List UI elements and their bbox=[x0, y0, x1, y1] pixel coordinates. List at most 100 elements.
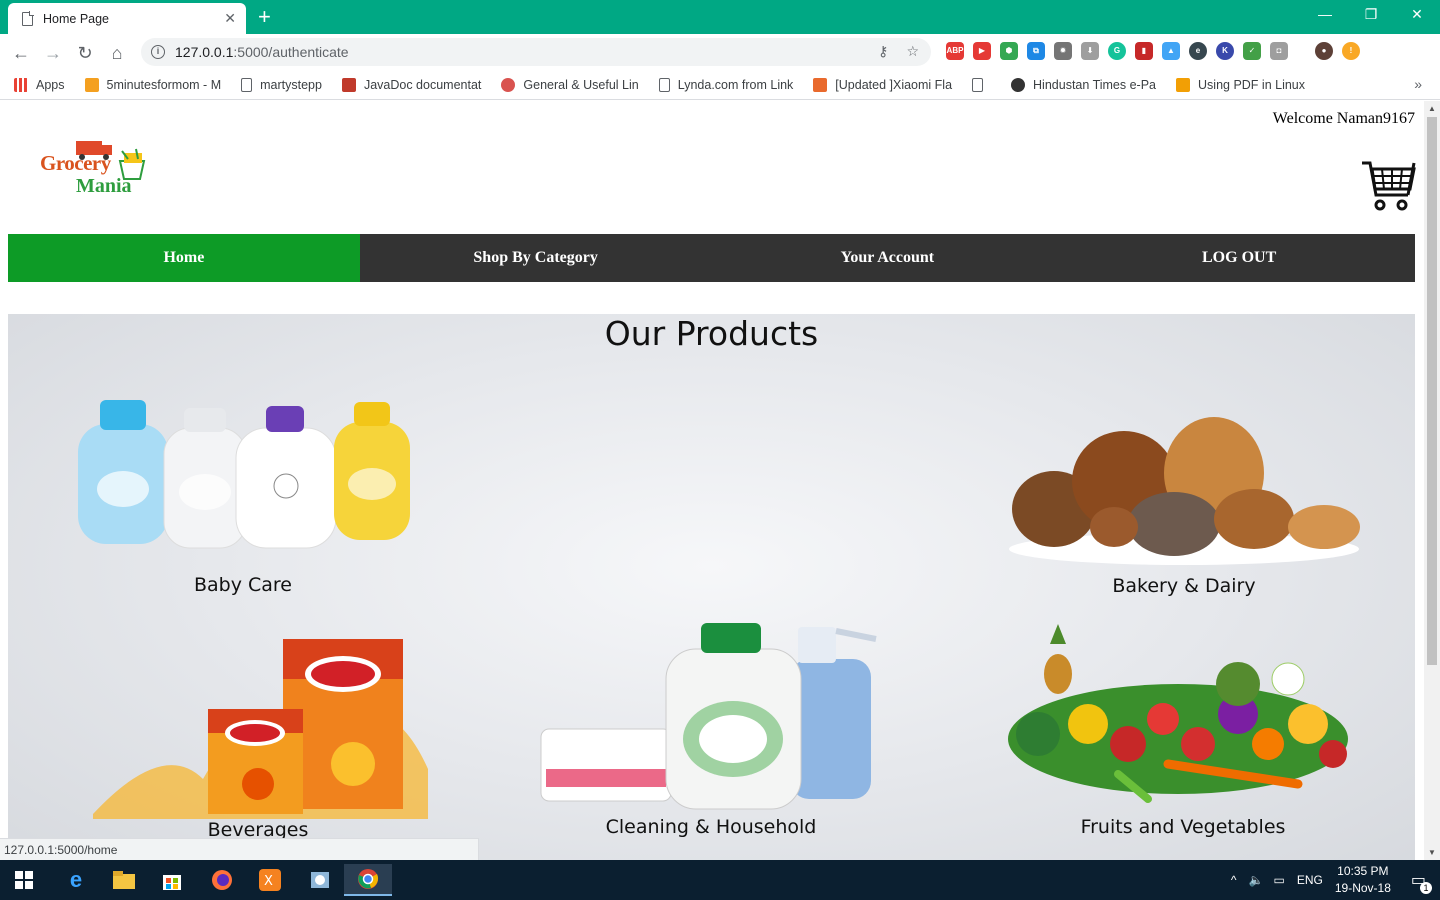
chevron-up-icon[interactable]: ^ bbox=[1231, 873, 1237, 887]
app-icon[interactable] bbox=[296, 864, 344, 896]
product-beverages[interactable]: Beverages bbox=[83, 629, 433, 849]
key-icon[interactable]: ⚷ bbox=[878, 43, 888, 60]
bookmark-label: martystepp bbox=[260, 77, 322, 92]
minimize-button[interactable]: — bbox=[1302, 0, 1348, 30]
bookmark-item[interactable]: JavaDoc documentat bbox=[341, 77, 482, 92]
scroll-down-icon[interactable]: ▼ bbox=[1428, 848, 1436, 857]
update-alert-icon[interactable]: ! bbox=[1342, 42, 1360, 60]
page-icon bbox=[241, 77, 253, 92]
address-bar[interactable]: i 127.0.0.1:5000/authenticate ⚷ ☆ bbox=[141, 38, 931, 66]
bookmark-label: Lynda.com from Link bbox=[677, 77, 794, 92]
svg-text:X: X bbox=[264, 874, 273, 889]
bookmark-item[interactable]: martystepp bbox=[241, 77, 322, 92]
url-host: 127.0.0.1 bbox=[175, 44, 234, 60]
close-window-button[interactable]: ✕ bbox=[1394, 0, 1440, 30]
product-baby-care[interactable]: Baby Care bbox=[68, 394, 418, 609]
product-fruits-vegetables[interactable]: Fruits and Vegetables bbox=[998, 624, 1368, 849]
bookmark-label: General & Useful Lin bbox=[523, 77, 639, 92]
status-bar-url: 127.0.0.1:5000/home bbox=[0, 838, 479, 860]
products-title: Our Products bbox=[604, 314, 819, 353]
bookmark-item[interactable]: Using PDF in Linux bbox=[1176, 77, 1305, 92]
bookmark-favicon-icon bbox=[1176, 77, 1191, 92]
extension-blue-icon[interactable]: ⧉ bbox=[1027, 42, 1045, 60]
bookmark-apps[interactable]: Apps bbox=[14, 77, 65, 92]
product-label: Cleaning & Household bbox=[605, 816, 817, 838]
action-center-icon[interactable]: ▭ 1 bbox=[1411, 870, 1432, 894]
browser-toolbar: ← → ↻ ⌂ i 127.0.0.1:5000/authenticate ⚷ … bbox=[0, 34, 1440, 70]
extension-bag-icon[interactable]: ◘ bbox=[1270, 42, 1288, 60]
bookmark-item[interactable] bbox=[972, 77, 991, 92]
back-icon[interactable]: ← bbox=[8, 40, 34, 66]
bookmark-item[interactable]: 5minutesformom - M bbox=[84, 77, 222, 92]
network-icon[interactable]: ▭ bbox=[1273, 873, 1284, 887]
notification-badge: 1 bbox=[1420, 882, 1432, 894]
extension-e-icon[interactable]: e bbox=[1189, 42, 1207, 60]
more-bookmarks-icon[interactable]: » bbox=[1414, 76, 1422, 92]
chrome-icon[interactable] bbox=[344, 864, 392, 896]
language-indicator[interactable]: ENG bbox=[1297, 873, 1323, 887]
volume-icon[interactable]: 🔈 bbox=[1249, 873, 1264, 887]
bookmark-label: Apps bbox=[36, 77, 65, 92]
grammarly-icon[interactable]: G bbox=[1108, 42, 1126, 60]
page-scrollbar[interactable]: ▲ ▼ bbox=[1424, 101, 1440, 860]
product-cleaning-household[interactable]: Cleaning & Household bbox=[536, 619, 886, 849]
logo-text-mania: Mania bbox=[76, 175, 132, 197]
new-tab-button[interactable]: + bbox=[258, 4, 271, 30]
shopping-cart-icon[interactable] bbox=[1360, 159, 1416, 213]
site-info-icon[interactable]: i bbox=[151, 45, 165, 59]
page-viewport: Welcome Naman9167 Grocery Mania Home Sho… bbox=[0, 101, 1424, 860]
scroll-up-icon[interactable]: ▲ bbox=[1428, 104, 1436, 113]
xampp-icon[interactable]: X bbox=[246, 864, 294, 896]
tab-home-page[interactable]: Home Page ✕ bbox=[8, 3, 246, 34]
bakery-image bbox=[1009, 417, 1360, 565]
page-icon bbox=[22, 11, 34, 26]
extension-drive-icon[interactable]: ▲ bbox=[1162, 42, 1180, 60]
cleaning-image bbox=[540, 623, 877, 810]
extension-puzzle-icon[interactable]: ✓ bbox=[1243, 42, 1261, 60]
maximize-button[interactable]: ❐ bbox=[1348, 0, 1394, 30]
forward-icon[interactable]: → bbox=[40, 40, 66, 66]
bookmark-favicon-icon bbox=[84, 77, 99, 92]
tab-close-icon[interactable]: ✕ bbox=[224, 10, 236, 27]
extension-red-icon[interactable]: ▶ bbox=[973, 42, 991, 60]
download-icon[interactable]: ⬇ bbox=[1081, 42, 1099, 60]
bookmark-label: JavaDoc documentat bbox=[363, 77, 482, 92]
file-explorer-icon[interactable] bbox=[100, 864, 148, 896]
product-bakery-dairy[interactable]: Bakery & Dairy bbox=[1004, 409, 1364, 609]
bookmark-item[interactable]: Hindustan Times e-Pa bbox=[1011, 77, 1156, 92]
bookmark-item[interactable]: Lynda.com from Link bbox=[658, 77, 794, 92]
store-icon[interactable] bbox=[148, 864, 196, 896]
nav-logout[interactable]: LOG OUT bbox=[1063, 234, 1415, 282]
nav-your-account[interactable]: Your Account bbox=[712, 234, 1064, 282]
extension-gear-icon[interactable]: ✹ bbox=[1054, 42, 1072, 60]
clock[interactable]: 10:35 PM 19-Nov-18 bbox=[1335, 863, 1391, 897]
extension-k-icon[interactable]: K bbox=[1216, 42, 1234, 60]
bookmark-star-icon[interactable]: ☆ bbox=[906, 43, 919, 60]
bookmarks-bar: Apps 5minutesformom - M martystepp JavaD… bbox=[0, 70, 1440, 100]
nav-shop-by-category[interactable]: Shop By Category bbox=[360, 234, 712, 282]
beverages-image bbox=[93, 639, 428, 819]
product-label: Bakery & Dairy bbox=[1112, 575, 1256, 597]
bookmark-item[interactable]: [Updated ]Xiaomi Fla bbox=[813, 77, 952, 92]
product-label: Baby Care bbox=[193, 574, 292, 596]
avatar[interactable]: ● bbox=[1315, 42, 1333, 60]
nav-home[interactable]: Home bbox=[8, 234, 360, 282]
miui-icon bbox=[813, 77, 828, 92]
home-icon[interactable]: ⌂ bbox=[104, 40, 130, 66]
adblock-icon[interactable]: ABP bbox=[946, 42, 964, 60]
firefox-icon[interactable] bbox=[198, 864, 246, 896]
main-navigation: Home Shop By Category Your Account LOG O… bbox=[8, 234, 1415, 282]
grocery-mania-logo[interactable]: Grocery Mania bbox=[40, 139, 152, 201]
scroll-thumb[interactable] bbox=[1427, 117, 1437, 665]
reload-icon[interactable]: ↻ bbox=[72, 40, 98, 66]
bookmark-label: 5minutesformom - M bbox=[106, 77, 222, 92]
bookmark-favicon-icon bbox=[1011, 77, 1026, 92]
edge-icon[interactable]: e bbox=[52, 864, 100, 896]
bookmark-favicon-icon bbox=[341, 77, 356, 92]
bookmark-item[interactable]: General & Useful Lin bbox=[501, 77, 639, 92]
extension-book-icon[interactable]: ▮ bbox=[1135, 42, 1153, 60]
welcome-text: Welcome Naman9167 bbox=[1272, 110, 1415, 127]
windows-start-icon[interactable] bbox=[0, 864, 48, 896]
bookmark-favicon-icon bbox=[501, 77, 516, 92]
extension-green-icon[interactable]: ⬢ bbox=[1000, 42, 1018, 60]
